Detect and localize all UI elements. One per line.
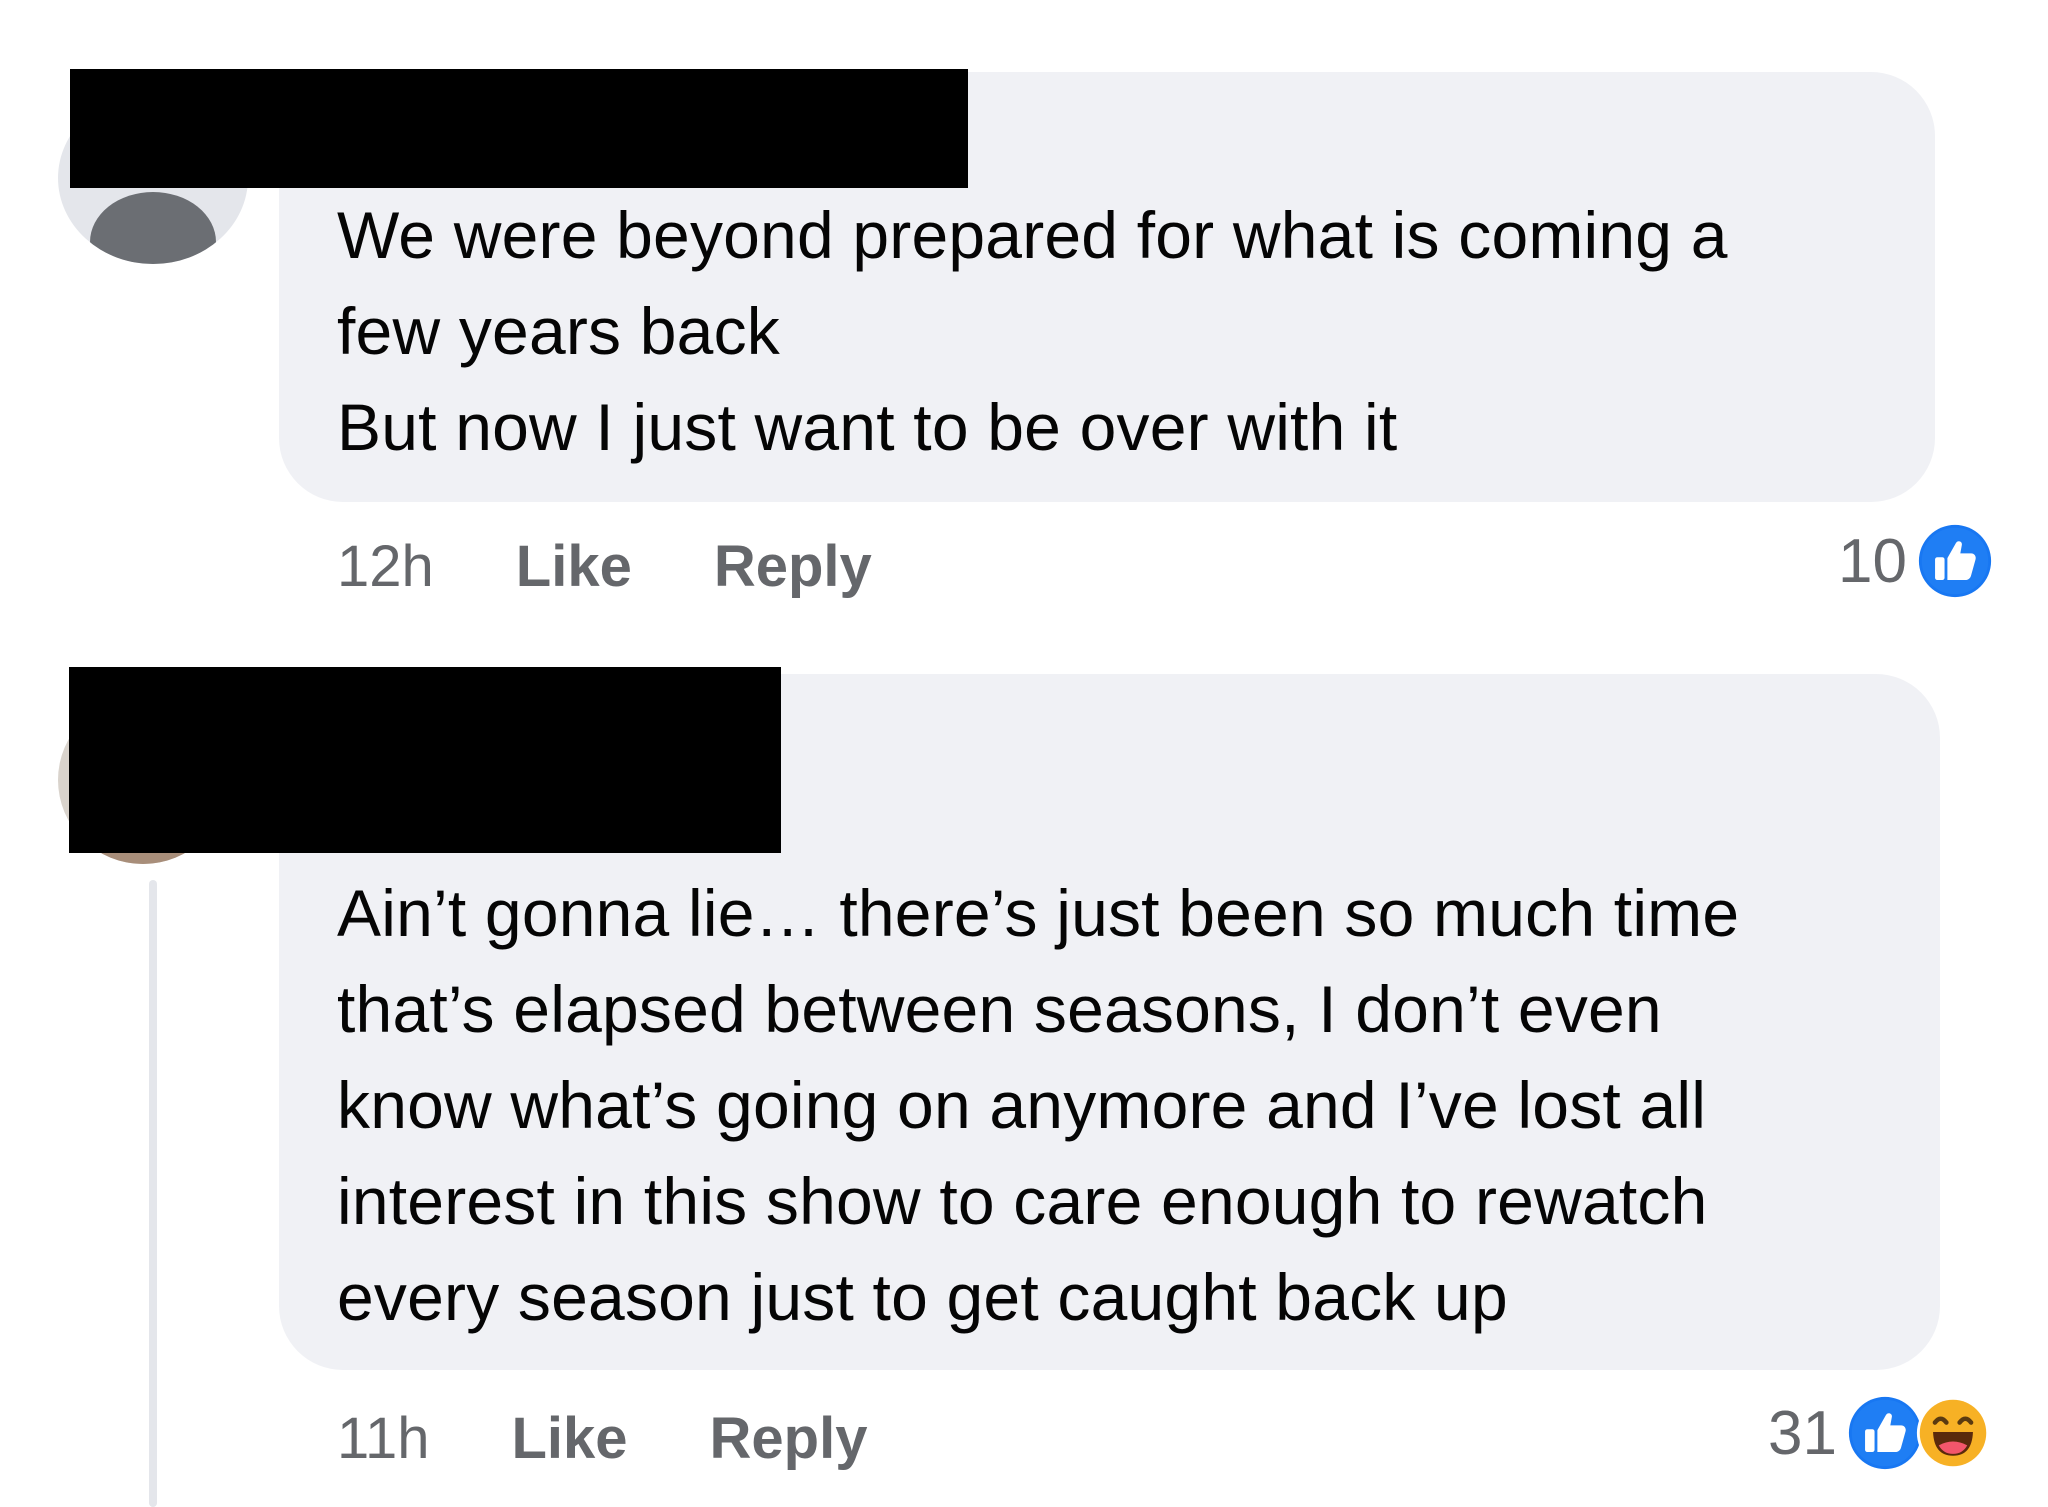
avatar-silhouette xyxy=(90,192,216,264)
reaction-summary[interactable]: 31 xyxy=(1768,1392,1991,1474)
haha-icon xyxy=(1916,1396,1990,1470)
comment-timestamp[interactable]: 12h xyxy=(337,533,434,600)
comment-text: Ain’t gonna lie… there’s just been so mu… xyxy=(337,876,1740,1334)
reply-button[interactable]: Reply xyxy=(710,1405,868,1472)
comment-text: We were beyond prepared for what is comi… xyxy=(337,198,1728,464)
like-icon xyxy=(1848,1396,1922,1470)
reply-thread-line xyxy=(149,880,157,1507)
reaction-summary[interactable]: 10 xyxy=(1838,520,1993,602)
redacted-commenter-name xyxy=(69,667,781,853)
reply-button[interactable]: Reply xyxy=(714,533,872,600)
like-icon xyxy=(1918,524,1992,598)
like-button[interactable]: Like xyxy=(516,533,632,600)
reaction-count: 10 xyxy=(1838,526,1907,596)
comment-actions: 11h Like Reply xyxy=(337,1398,949,1478)
comment-timestamp[interactable]: 11h xyxy=(337,1405,429,1472)
redacted-commenter-name xyxy=(70,69,968,188)
like-button[interactable]: Like xyxy=(511,1405,627,1472)
comment-actions: 12h Like Reply xyxy=(337,526,954,606)
reaction-count: 31 xyxy=(1768,1398,1837,1468)
